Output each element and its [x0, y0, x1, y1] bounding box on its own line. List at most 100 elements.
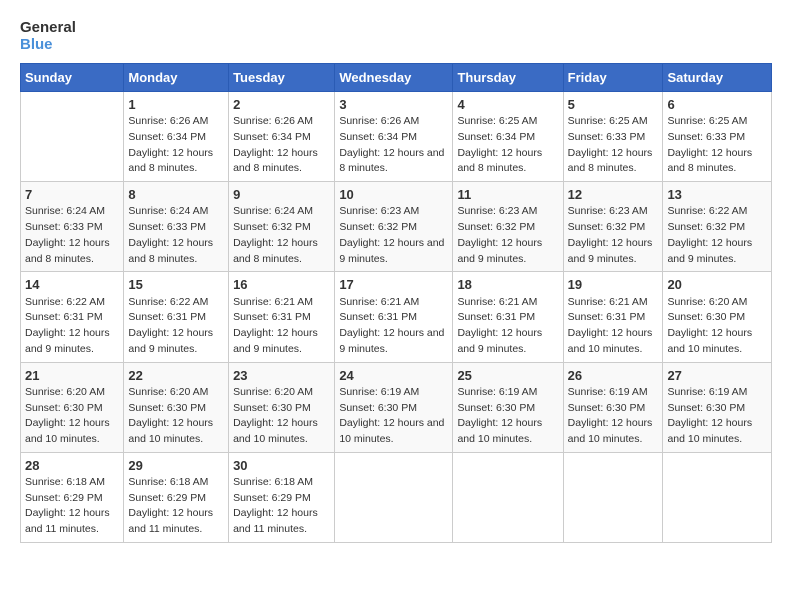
- logo: General Blue General Blue: [20, 20, 76, 53]
- week-row-5: 28Sunrise: 6:18 AMSunset: 6:29 PMDayligh…: [21, 452, 772, 542]
- day-number: 22: [128, 367, 224, 385]
- calendar-header-row: SundayMondayTuesdayWednesdayThursdayFrid…: [21, 64, 772, 92]
- calendar-cell: 14Sunrise: 6:22 AMSunset: 6:31 PMDayligh…: [21, 272, 124, 362]
- calendar-cell: 15Sunrise: 6:22 AMSunset: 6:31 PMDayligh…: [124, 272, 229, 362]
- calendar-cell: [563, 452, 663, 542]
- day-number: 16: [233, 276, 330, 294]
- week-row-3: 14Sunrise: 6:22 AMSunset: 6:31 PMDayligh…: [21, 272, 772, 362]
- day-number: 8: [128, 186, 224, 204]
- day-number: 4: [457, 96, 558, 114]
- day-number: 17: [339, 276, 448, 294]
- cell-info: Sunrise: 6:22 AMSunset: 6:31 PMDaylight:…: [25, 295, 119, 358]
- header-sunday: Sunday: [21, 64, 124, 92]
- cell-info: Sunrise: 6:22 AMSunset: 6:31 PMDaylight:…: [128, 295, 224, 358]
- day-number: 30: [233, 457, 330, 475]
- cell-info: Sunrise: 6:18 AMSunset: 6:29 PMDaylight:…: [25, 475, 119, 538]
- calendar-cell: 10Sunrise: 6:23 AMSunset: 6:32 PMDayligh…: [335, 182, 453, 272]
- calendar-cell: 22Sunrise: 6:20 AMSunset: 6:30 PMDayligh…: [124, 362, 229, 452]
- calendar-cell: 11Sunrise: 6:23 AMSunset: 6:32 PMDayligh…: [453, 182, 563, 272]
- calendar-cell: 21Sunrise: 6:20 AMSunset: 6:30 PMDayligh…: [21, 362, 124, 452]
- cell-info: Sunrise: 6:23 AMSunset: 6:32 PMDaylight:…: [568, 204, 659, 267]
- calendar-cell: 28Sunrise: 6:18 AMSunset: 6:29 PMDayligh…: [21, 452, 124, 542]
- cell-info: Sunrise: 6:21 AMSunset: 6:31 PMDaylight:…: [457, 295, 558, 358]
- calendar-cell: 16Sunrise: 6:21 AMSunset: 6:31 PMDayligh…: [229, 272, 335, 362]
- header-saturday: Saturday: [663, 64, 772, 92]
- day-number: 21: [25, 367, 119, 385]
- cell-info: Sunrise: 6:23 AMSunset: 6:32 PMDaylight:…: [339, 204, 448, 267]
- cell-info: Sunrise: 6:24 AMSunset: 6:33 PMDaylight:…: [128, 204, 224, 267]
- day-number: 6: [667, 96, 767, 114]
- calendar-cell: 3Sunrise: 6:26 AMSunset: 6:34 PMDaylight…: [335, 92, 453, 182]
- calendar-cell: 19Sunrise: 6:21 AMSunset: 6:31 PMDayligh…: [563, 272, 663, 362]
- day-number: 18: [457, 276, 558, 294]
- day-number: 26: [568, 367, 659, 385]
- cell-info: Sunrise: 6:24 AMSunset: 6:33 PMDaylight:…: [25, 204, 119, 267]
- day-number: 13: [667, 186, 767, 204]
- header-wednesday: Wednesday: [335, 64, 453, 92]
- calendar-cell: 4Sunrise: 6:25 AMSunset: 6:34 PMDaylight…: [453, 92, 563, 182]
- calendar-cell: 7Sunrise: 6:24 AMSunset: 6:33 PMDaylight…: [21, 182, 124, 272]
- calendar-cell: 18Sunrise: 6:21 AMSunset: 6:31 PMDayligh…: [453, 272, 563, 362]
- week-row-4: 21Sunrise: 6:20 AMSunset: 6:30 PMDayligh…: [21, 362, 772, 452]
- day-number: 15: [128, 276, 224, 294]
- day-number: 25: [457, 367, 558, 385]
- cell-info: Sunrise: 6:18 AMSunset: 6:29 PMDaylight:…: [233, 475, 330, 538]
- day-number: 20: [667, 276, 767, 294]
- day-number: 11: [457, 186, 558, 204]
- day-number: 1: [128, 96, 224, 114]
- cell-info: Sunrise: 6:20 AMSunset: 6:30 PMDaylight:…: [25, 385, 119, 448]
- cell-info: Sunrise: 6:23 AMSunset: 6:32 PMDaylight:…: [457, 204, 558, 267]
- calendar-cell: 8Sunrise: 6:24 AMSunset: 6:33 PMDaylight…: [124, 182, 229, 272]
- cell-info: Sunrise: 6:21 AMSunset: 6:31 PMDaylight:…: [568, 295, 659, 358]
- cell-info: Sunrise: 6:21 AMSunset: 6:31 PMDaylight:…: [339, 295, 448, 358]
- header-friday: Friday: [563, 64, 663, 92]
- cell-info: Sunrise: 6:20 AMSunset: 6:30 PMDaylight:…: [667, 295, 767, 358]
- cell-info: Sunrise: 6:21 AMSunset: 6:31 PMDaylight:…: [233, 295, 330, 358]
- day-number: 2: [233, 96, 330, 114]
- calendar-cell: [663, 452, 772, 542]
- cell-info: Sunrise: 6:19 AMSunset: 6:30 PMDaylight:…: [568, 385, 659, 448]
- header-thursday: Thursday: [453, 64, 563, 92]
- page-header: General Blue General Blue: [20, 20, 772, 53]
- cell-info: Sunrise: 6:20 AMSunset: 6:30 PMDaylight:…: [128, 385, 224, 448]
- cell-info: Sunrise: 6:25 AMSunset: 6:33 PMDaylight:…: [568, 114, 659, 177]
- calendar-cell: [453, 452, 563, 542]
- cell-info: Sunrise: 6:26 AMSunset: 6:34 PMDaylight:…: [128, 114, 224, 177]
- calendar-cell: 30Sunrise: 6:18 AMSunset: 6:29 PMDayligh…: [229, 452, 335, 542]
- day-number: 3: [339, 96, 448, 114]
- day-number: 12: [568, 186, 659, 204]
- calendar-cell: 24Sunrise: 6:19 AMSunset: 6:30 PMDayligh…: [335, 362, 453, 452]
- week-row-2: 7Sunrise: 6:24 AMSunset: 6:33 PMDaylight…: [21, 182, 772, 272]
- calendar-cell: 1Sunrise: 6:26 AMSunset: 6:34 PMDaylight…: [124, 92, 229, 182]
- day-number: 5: [568, 96, 659, 114]
- calendar-cell: 9Sunrise: 6:24 AMSunset: 6:32 PMDaylight…: [229, 182, 335, 272]
- cell-info: Sunrise: 6:18 AMSunset: 6:29 PMDaylight:…: [128, 475, 224, 538]
- header-monday: Monday: [124, 64, 229, 92]
- day-number: 14: [25, 276, 119, 294]
- cell-info: Sunrise: 6:19 AMSunset: 6:30 PMDaylight:…: [667, 385, 767, 448]
- day-number: 7: [25, 186, 119, 204]
- day-number: 9: [233, 186, 330, 204]
- calendar-cell: 25Sunrise: 6:19 AMSunset: 6:30 PMDayligh…: [453, 362, 563, 452]
- calendar-cell: 29Sunrise: 6:18 AMSunset: 6:29 PMDayligh…: [124, 452, 229, 542]
- calendar-table: SundayMondayTuesdayWednesdayThursdayFrid…: [20, 63, 772, 543]
- calendar-cell: 13Sunrise: 6:22 AMSunset: 6:32 PMDayligh…: [663, 182, 772, 272]
- calendar-cell: [21, 92, 124, 182]
- calendar-cell: 17Sunrise: 6:21 AMSunset: 6:31 PMDayligh…: [335, 272, 453, 362]
- cell-info: Sunrise: 6:25 AMSunset: 6:33 PMDaylight:…: [667, 114, 767, 177]
- day-number: 19: [568, 276, 659, 294]
- cell-info: Sunrise: 6:19 AMSunset: 6:30 PMDaylight:…: [457, 385, 558, 448]
- logo-line1: General: [20, 20, 76, 37]
- cell-info: Sunrise: 6:24 AMSunset: 6:32 PMDaylight:…: [233, 204, 330, 267]
- cell-info: Sunrise: 6:20 AMSunset: 6:30 PMDaylight:…: [233, 385, 330, 448]
- calendar-cell: 27Sunrise: 6:19 AMSunset: 6:30 PMDayligh…: [663, 362, 772, 452]
- calendar-cell: 5Sunrise: 6:25 AMSunset: 6:33 PMDaylight…: [563, 92, 663, 182]
- day-number: 24: [339, 367, 448, 385]
- calendar-cell: 6Sunrise: 6:25 AMSunset: 6:33 PMDaylight…: [663, 92, 772, 182]
- calendar-cell: 23Sunrise: 6:20 AMSunset: 6:30 PMDayligh…: [229, 362, 335, 452]
- calendar-cell: 20Sunrise: 6:20 AMSunset: 6:30 PMDayligh…: [663, 272, 772, 362]
- cell-info: Sunrise: 6:19 AMSunset: 6:30 PMDaylight:…: [339, 385, 448, 448]
- calendar-cell: 12Sunrise: 6:23 AMSunset: 6:32 PMDayligh…: [563, 182, 663, 272]
- cell-info: Sunrise: 6:26 AMSunset: 6:34 PMDaylight:…: [233, 114, 330, 177]
- cell-info: Sunrise: 6:26 AMSunset: 6:34 PMDaylight:…: [339, 114, 448, 177]
